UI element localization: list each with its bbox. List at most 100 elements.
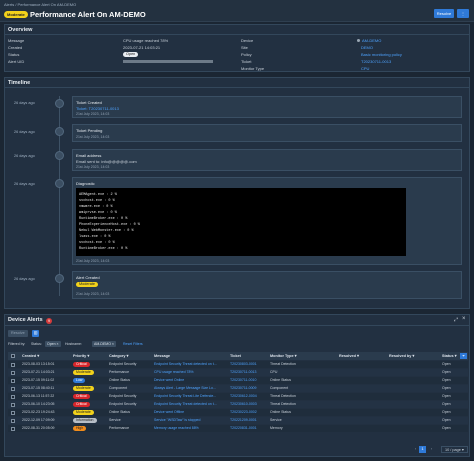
cell-category: Service (109, 418, 121, 422)
event-title: Email address (76, 153, 102, 158)
row-checkbox[interactable] (11, 370, 15, 375)
cell-resolved-by (389, 409, 439, 416)
cell-priority: Moderate (73, 409, 107, 416)
cell-created: 2022-08-31 20:05:09 (22, 426, 55, 430)
breadcrumb[interactable]: Alerts / Performance Alert On AM-DEMO (4, 2, 76, 7)
row-checkbox[interactable] (11, 426, 15, 431)
monitor-type-value[interactable]: CPU (361, 66, 369, 71)
table-row[interactable]: 2023-07-21 14:03:21 Moderate Performance CP… (8, 369, 468, 376)
event-time: 21st July 2023, 14:03 (76, 292, 110, 296)
col-ticket[interactable]: Ticket (230, 352, 241, 360)
row-checkbox[interactable] (11, 378, 15, 383)
cell-resolved-by (389, 393, 439, 400)
cell-resolved-by (389, 401, 439, 408)
cell-ticket[interactable]: T20230610-0003 (230, 401, 268, 408)
col-resolved[interactable]: Resolved ▾ (339, 352, 359, 360)
cell-ticket[interactable]: T20230223-0002 (230, 409, 268, 416)
columns-button[interactable]: ▥ (32, 330, 39, 337)
cell-ticket[interactable]: T20230711-0009 (230, 385, 268, 392)
table-row[interactable]: 2023-07-15 09:11:02 Low Online Status Devic… (8, 377, 468, 384)
device-alerts-panel: Device Alerts 9 ⤢ × Resolve ▥ Filtered b… (4, 314, 470, 457)
hostname-filter-chip[interactable]: AM-DEMO × (92, 341, 116, 347)
cell-ticket[interactable]: T20230803-0001 (230, 361, 268, 368)
cell-ticket[interactable]: T20230612-0004 (230, 393, 268, 400)
cell-resolved (339, 409, 387, 416)
policy-value[interactable]: Basic monitoring policy (361, 52, 402, 57)
cell-priority: Information (73, 417, 107, 424)
page-size-select[interactable]: 10 / page ▾ (441, 446, 468, 453)
table-row[interactable]: 2023-08-03 13:15:01 Critical Endpoint Secu… (8, 361, 468, 368)
hostname-filter-value: AM-DEMO (94, 342, 111, 346)
col-created[interactable]: Created ▾ (22, 352, 39, 360)
table-row[interactable]: 2022-12-09 17:09:09 Information Service Ser… (8, 417, 468, 424)
cell-message[interactable]: Service "WSDTaw" is stopped (154, 417, 228, 424)
cell-priority: Moderate (73, 385, 107, 392)
cell-message[interactable]: CPU usage reached 78% (154, 369, 228, 376)
table-row[interactable]: 2022-08-31 20:05:09 High Performance Memory… (8, 425, 468, 432)
cell-resolved-by (389, 369, 439, 376)
cell-message[interactable]: Device went Offline (154, 409, 228, 416)
row-checkbox[interactable] (11, 410, 15, 415)
site-value[interactable]: DEMO (361, 45, 373, 50)
cell-status: Open (442, 362, 451, 366)
cell-message[interactable]: Endpoint Security Threat detected on t..… (154, 401, 228, 408)
cell-category: Component (109, 386, 128, 390)
cell-message[interactable]: Endpoint Security Threat detected on t..… (154, 361, 228, 368)
status-filter-chip[interactable]: Open × (45, 341, 61, 347)
timeline-heading: Timeline (5, 78, 469, 88)
bulk-resolve-button[interactable]: Resolve (8, 330, 28, 337)
cell-ticket[interactable]: T20230711-0010 (230, 377, 268, 384)
row-checkbox[interactable] (11, 362, 15, 367)
table-row[interactable]: 2023-06-10 14:23:05 Critical Endpoint Secu… (8, 401, 468, 408)
row-checkbox[interactable] (11, 386, 15, 391)
col-monitor-type[interactable]: Monitor Type ▾ (270, 352, 297, 360)
cell-ticket[interactable]: T20221209-0001 (230, 417, 268, 424)
close-icon[interactable]: × (462, 316, 466, 322)
more-options-button[interactable]: ⋮ (457, 9, 469, 18)
col-message[interactable]: Message (154, 352, 170, 360)
table-row[interactable]: 2023-02-23 19:24:43 Moderate Online Status… (8, 409, 468, 416)
next-page-icon[interactable]: › (428, 446, 435, 453)
table-row[interactable]: 2023-07-15 08:40:11 Moderate Component Alwa… (8, 385, 468, 392)
created-key: Created (8, 45, 23, 50)
event-time: 21st July 2023, 14:03 (76, 112, 110, 116)
event-ticket-link[interactable]: Ticket: T20230711-0013 (76, 106, 119, 111)
reset-filters-link[interactable]: Reset Filters (123, 341, 143, 347)
row-checkbox[interactable] (11, 402, 15, 407)
ticket-value[interactable]: T20230711-0013 (361, 59, 391, 64)
device-value[interactable]: AM-DEMO (357, 38, 381, 43)
cell-ticket[interactable]: T20220831-0001 (230, 425, 268, 432)
col-priority[interactable]: Priority ▾ (73, 352, 89, 360)
cell-message[interactable]: Device went Online (154, 377, 228, 384)
filter-icon[interactable]: ⏷ (460, 353, 467, 359)
cell-resolved-by (389, 425, 439, 432)
cell-message[interactable]: Endpoint Security Threat Lite Defende... (154, 393, 228, 400)
timeline-event-ticket-created: Ticket Created Ticket: T20230711-0013 21… (72, 96, 462, 118)
clock-icon (55, 127, 64, 136)
resolve-button[interactable]: Resolve (434, 9, 454, 18)
select-all-checkbox[interactable] (11, 353, 15, 358)
priority-pill: Moderate (73, 385, 94, 391)
cell-priority: Moderate (73, 369, 107, 376)
row-checkbox[interactable] (11, 394, 15, 399)
device-name[interactable]: AM-DEMO (362, 38, 381, 43)
cell-resolved (339, 385, 387, 392)
page-number[interactable]: 1 (419, 446, 426, 453)
cell-message[interactable]: Always Alert - Large Message Size Lo... (154, 385, 228, 392)
row-checkbox[interactable] (11, 418, 15, 423)
col-resolved-by[interactable]: Resolved by ▾ (389, 352, 414, 360)
cell-priority: Critical (73, 361, 107, 368)
priority-pill: Critical (73, 361, 90, 367)
device-status-icon (357, 39, 360, 43)
prev-page-icon[interactable]: ‹ (412, 446, 419, 453)
event-severity: Moderate (76, 281, 99, 287)
expand-icon[interactable]: ⤢ (454, 317, 458, 323)
priority-pill: Information (73, 417, 97, 423)
cell-ticket[interactable]: T20230711-0013 (230, 369, 268, 376)
col-status[interactable]: Status ▾ (442, 352, 457, 360)
timeline-event-email: Email address Email sent to: info@@@@@.c… (72, 149, 462, 171)
device-key: Device (241, 38, 254, 43)
col-category[interactable]: Category ▾ (109, 352, 128, 360)
cell-message[interactable]: Memory usage reached 88% (154, 425, 228, 432)
table-row[interactable]: 2023-06-13 11:57:22 Critical Endpoint Secu… (8, 393, 468, 400)
